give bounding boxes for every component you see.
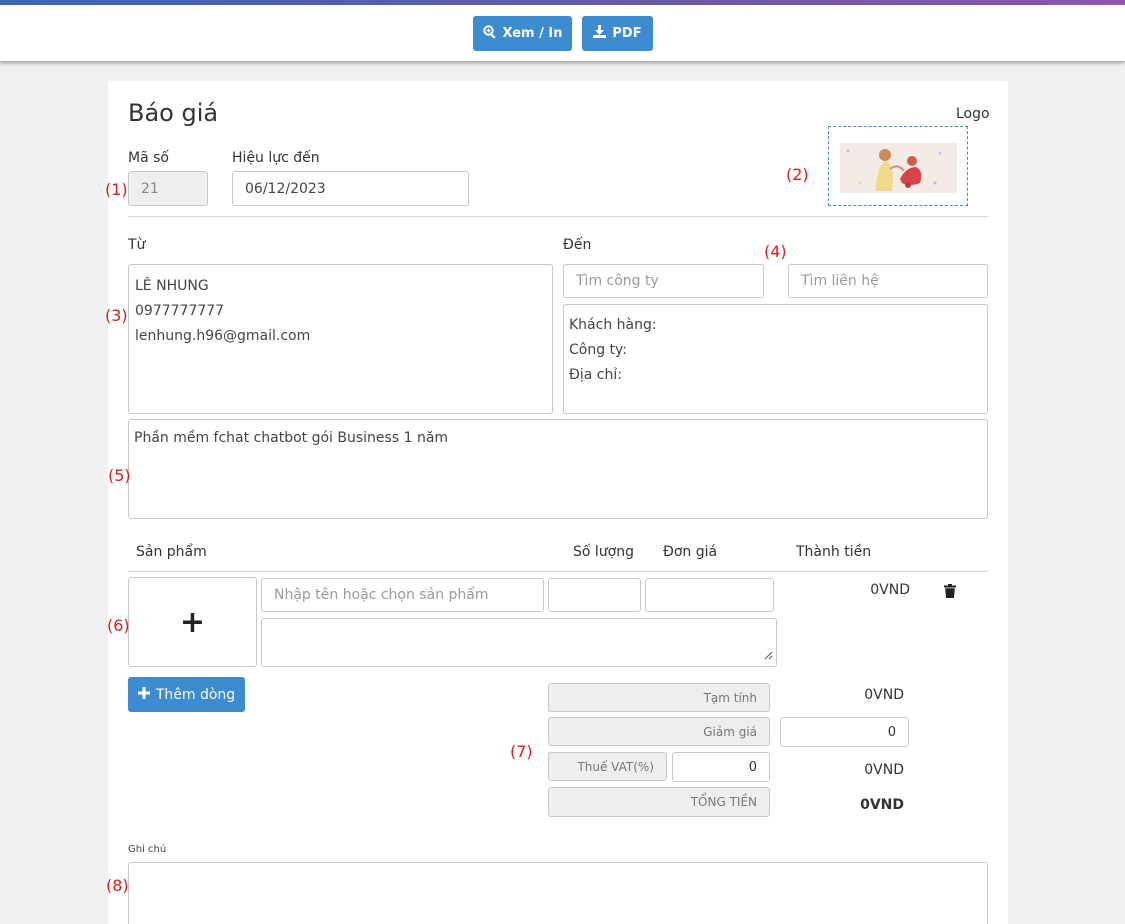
products-divider [128, 571, 988, 572]
company-label: Công ty: [569, 342, 628, 358]
address-label: Địa chỉ: [569, 367, 622, 383]
description-text: Phần mềm fchat chatbot gói Business 1 nă… [134, 430, 449, 446]
logo-label: Logo [956, 106, 990, 122]
row-total: 0VND [870, 582, 910, 598]
annotation-6: (6) [107, 616, 130, 635]
customer-label: Khách hàng: [569, 317, 657, 333]
from-label: Từ [128, 237, 146, 253]
company-search-input[interactable]: Tìm công ty [563, 264, 764, 298]
grand-total-label: TỔNG TIỀN [548, 787, 770, 817]
page-title: Báo giá [128, 99, 219, 127]
valid-until-input[interactable]: 06/12/2023 [232, 171, 469, 206]
plus-icon: + [179, 604, 206, 640]
trash-icon[interactable] [944, 583, 956, 602]
annotation-2: (2) [786, 165, 809, 184]
subtotal-label: Tạm tính [548, 683, 770, 712]
plus-icon [137, 686, 150, 703]
add-product-image-button[interactable]: + [128, 577, 257, 667]
zoom-icon [482, 24, 497, 43]
product-col-header: Sản phẩm [136, 544, 207, 560]
add-row-button[interactable]: Thêm dòng [128, 677, 245, 712]
view-print-label: Xem / In [502, 26, 563, 41]
pdf-button[interactable]: PDF [582, 16, 653, 51]
header-divider [128, 216, 988, 217]
logo-upload[interactable] [828, 126, 968, 206]
from-email: lenhung.h96@gmail.com [135, 328, 311, 344]
annotation-3: (3) [105, 306, 128, 325]
annotation-5: (5) [108, 466, 131, 485]
valid-until-label: Hiệu lực đến [232, 150, 320, 166]
customer-info-box: Khách hàng: Công ty: Địa chỉ: [563, 304, 988, 414]
notes-textarea[interactable] [128, 862, 988, 924]
add-row-label: Thêm dòng [155, 686, 236, 703]
unit-price-input[interactable] [645, 578, 774, 612]
top-toolbar: Xem / In PDF [0, 0, 1125, 61]
product-name-placeholder: Nhập tên hoặc chọn sản phẩm [274, 587, 489, 603]
download-icon [593, 25, 607, 42]
description-textarea[interactable]: Phần mềm fchat chatbot gói Business 1 nă… [128, 419, 988, 519]
annotation-8: (8) [106, 876, 129, 895]
quantity-input[interactable] [548, 578, 641, 612]
top-accent-line [0, 0, 1125, 5]
subtotal-value: 0VND [864, 687, 904, 703]
total-col-header: Thành tiền [796, 544, 872, 560]
logo-image [840, 143, 957, 193]
contact-search-placeholder: Tìm liên hệ [801, 273, 879, 289]
vat-rate-input[interactable]: 0 [672, 752, 770, 782]
vat-value: 0VND [864, 762, 904, 778]
annotation-7: (7) [510, 742, 533, 761]
qty-col-header: Số lượng [573, 544, 634, 560]
discount-input[interactable]: 0 [780, 717, 909, 747]
resize-handle-icon[interactable] [764, 648, 773, 664]
pdf-label: PDF [612, 26, 642, 41]
contact-search-input[interactable]: Tìm liên hệ [788, 264, 988, 298]
price-col-header: Đơn giá [663, 544, 718, 560]
from-name: LÊ NHUNG [135, 278, 209, 294]
code-label: Mã số [128, 150, 169, 166]
from-textarea[interactable]: LÊ NHUNG 0977777777 lenhung.h96@gmail.co… [128, 264, 553, 414]
product-name-input[interactable]: Nhập tên hoặc chọn sản phẩm [261, 578, 544, 612]
company-search-placeholder: Tìm công ty [576, 273, 659, 289]
to-label: Đến [563, 237, 592, 253]
view-print-button[interactable]: Xem / In [473, 16, 572, 51]
notes-label: Ghi chú [128, 844, 167, 855]
vat-label: Thuế VAT(%) [548, 752, 667, 781]
annotation-1: (1) [105, 180, 128, 199]
annotation-4: (4) [764, 242, 787, 261]
grand-total-value: 0VND [860, 797, 904, 813]
code-field: 21 [128, 171, 208, 206]
product-description-textarea[interactable] [261, 618, 777, 667]
discount-label: Giảm giá [548, 717, 770, 746]
from-phone: 0977777777 [135, 303, 225, 319]
